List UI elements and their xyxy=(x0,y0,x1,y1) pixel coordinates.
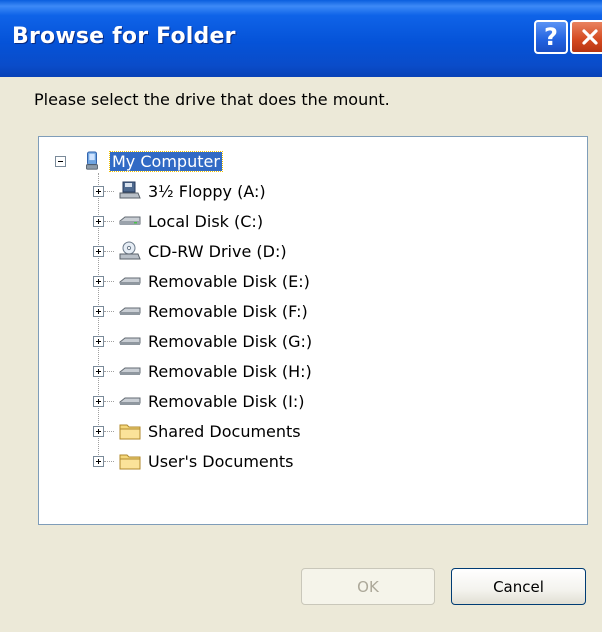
tree-item-label: Shared Documents xyxy=(148,421,301,441)
tree-item-removable-g[interactable]: Removable Disk (G:) xyxy=(93,326,312,356)
removable-disk-icon xyxy=(119,277,141,285)
hard-disk-icon xyxy=(119,216,141,225)
tree-item-local-disk-c[interactable]: Local Disk (C:) xyxy=(93,206,263,236)
tree-item-label: Local Disk (C:) xyxy=(148,211,264,231)
expand-toggle[interactable] xyxy=(93,455,104,467)
cd-drive-icon xyxy=(119,241,141,260)
expand-toggle[interactable] xyxy=(93,305,104,317)
tree-item-cd-rw-d[interactable]: CD-RW Drive (D:) xyxy=(93,236,287,266)
ok-button[interactable]: OK xyxy=(301,568,435,605)
tree-item-removable-i[interactable]: Removable Disk (I:) xyxy=(93,386,304,416)
help-icon: ? xyxy=(544,23,558,51)
removable-disk-icon xyxy=(119,307,141,315)
removable-disk-icon xyxy=(119,397,141,405)
close-icon xyxy=(582,29,598,45)
tree-branch-line xyxy=(104,460,114,462)
expand-toggle[interactable] xyxy=(93,365,104,377)
tree-item-label: Removable Disk (E:) xyxy=(148,271,310,291)
browse-for-folder-dialog: Browse for Folder ? Please select the dr… xyxy=(0,0,602,632)
cancel-button[interactable]: Cancel xyxy=(451,568,586,605)
expand-toggle[interactable] xyxy=(93,245,104,257)
floppy-drive-icon xyxy=(119,181,141,199)
folder-icon xyxy=(119,424,141,440)
tree-branch-line xyxy=(104,310,114,312)
my-computer-icon xyxy=(86,151,98,170)
tree-item-label: Removable Disk (I:) xyxy=(148,391,305,411)
tree-item-removable-f[interactable]: Removable Disk (F:) xyxy=(93,296,308,326)
close-button[interactable] xyxy=(570,20,602,54)
tree-branch-line xyxy=(104,220,114,222)
tree-item-my-computer[interactable]: My Computer xyxy=(55,146,223,176)
removable-disk-icon xyxy=(119,367,141,375)
tree-item-label: Removable Disk (G:) xyxy=(148,331,313,351)
tree-branch-line xyxy=(104,370,114,372)
removable-disk-icon xyxy=(119,337,141,345)
tree-item-label: Removable Disk (H:) xyxy=(148,361,312,381)
folder-tree[interactable]: My Computer 3½ Floppy (A:) Local Disk (C… xyxy=(38,136,588,525)
expand-toggle[interactable] xyxy=(93,215,104,227)
tree-item-label: 3½ Floppy (A:) xyxy=(148,181,266,201)
expand-toggle[interactable] xyxy=(93,425,104,437)
tree-branch-line xyxy=(104,190,114,192)
tree-item-removable-h[interactable]: Removable Disk (H:) xyxy=(93,356,312,386)
tree-branch-line xyxy=(104,430,114,432)
tree-branch-line xyxy=(104,340,114,342)
tree-item-shared-documents[interactable]: Shared Documents xyxy=(93,416,301,446)
title-bar[interactable]: Browse for Folder ? xyxy=(0,0,602,77)
expand-toggle[interactable] xyxy=(93,185,104,197)
tree-item-users-documents[interactable]: User's Documents xyxy=(93,446,294,476)
tree-item-floppy-a[interactable]: 3½ Floppy (A:) xyxy=(93,176,266,206)
tree-item-label: My Computer xyxy=(109,150,223,172)
tree-item-removable-e[interactable]: Removable Disk (E:) xyxy=(93,266,310,296)
folder-icon xyxy=(119,454,141,470)
tree-item-label: CD-RW Drive (D:) xyxy=(148,241,287,261)
help-button[interactable]: ? xyxy=(534,20,568,54)
tree-item-label: User's Documents xyxy=(148,451,294,471)
tree-branch-line xyxy=(104,400,114,402)
expand-toggle[interactable] xyxy=(93,335,104,347)
prompt-text: Please select the drive that does the mo… xyxy=(34,90,390,109)
dialog-title: Browse for Folder xyxy=(12,24,236,49)
tree-item-label: Removable Disk (F:) xyxy=(148,301,308,321)
collapse-toggle[interactable] xyxy=(55,155,66,167)
expand-toggle[interactable] xyxy=(93,275,104,287)
tree-branch-line xyxy=(104,250,114,252)
tree-branch-line xyxy=(104,280,114,282)
expand-toggle[interactable] xyxy=(93,395,104,407)
